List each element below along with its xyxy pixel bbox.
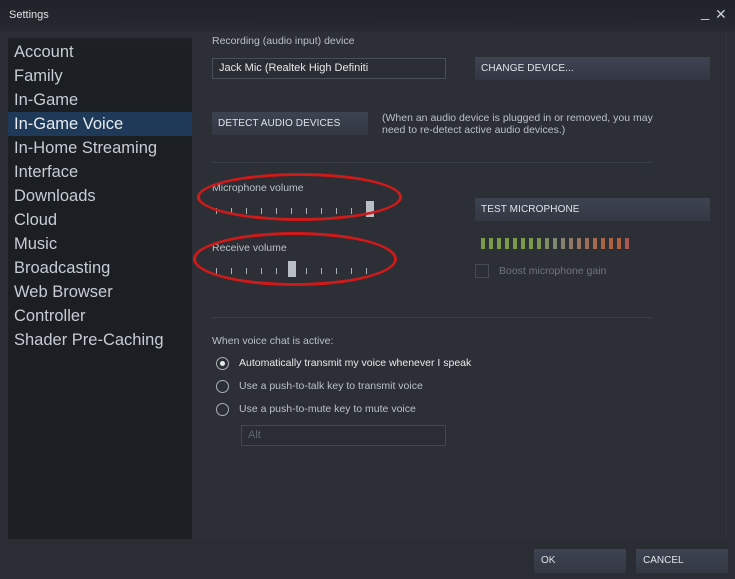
slider-thumb[interactable] xyxy=(366,201,374,217)
microphone-volume-label: Microphone volume xyxy=(212,182,304,194)
slider-tick xyxy=(336,208,337,214)
ok-button[interactable]: OK xyxy=(534,549,626,573)
meter-segment xyxy=(537,238,541,249)
slider-tick xyxy=(351,208,352,214)
section-divider xyxy=(212,317,652,318)
slider-tick xyxy=(246,208,247,214)
meter-segment xyxy=(545,238,549,249)
meter-segment xyxy=(553,238,557,249)
slider-tick xyxy=(261,208,262,214)
meter-segment xyxy=(625,238,629,249)
sidebar-item-in-home-streaming[interactable]: In-Home Streaming xyxy=(8,136,192,160)
meter-segment xyxy=(521,238,525,249)
slider-tick xyxy=(306,208,307,214)
sidebar-item-broadcasting[interactable]: Broadcasting xyxy=(8,256,192,280)
voice-key-field[interactable]: Alt xyxy=(241,425,446,446)
receive-volume-label: Receive volume xyxy=(212,242,287,254)
radio-auto-transmit[interactable] xyxy=(216,357,229,370)
recording-device-label: Recording (audio input) device xyxy=(212,35,355,47)
meter-segment xyxy=(481,238,485,249)
slider-tick xyxy=(306,268,307,274)
slider-tick xyxy=(321,208,322,214)
voice-settings-panel xyxy=(192,32,727,539)
sidebar-item-web-browser[interactable]: Web Browser xyxy=(8,280,192,304)
detect-audio-devices-button[interactable]: DETECT AUDIO DEVICES xyxy=(212,112,368,135)
slider-tick xyxy=(216,268,217,274)
slider-tick xyxy=(276,268,277,274)
change-device-button[interactable]: CHANGE DEVICE... xyxy=(475,57,710,80)
meter-segment xyxy=(609,238,613,249)
sidebar-item-family[interactable]: Family xyxy=(8,64,192,88)
meter-segment xyxy=(585,238,589,249)
slider-tick xyxy=(366,268,367,274)
sidebar-item-account[interactable]: Account xyxy=(8,40,192,64)
radio-push-to-mute-label[interactable]: Use a push-to-mute key to mute voice xyxy=(239,403,416,415)
slider-tick xyxy=(246,268,247,274)
microphone-level-meter xyxy=(481,238,641,249)
sidebar-item-controller[interactable]: Controller xyxy=(8,304,192,328)
recording-device-field[interactable]: Jack Mic (Realtek High Definiti xyxy=(212,58,446,79)
slider-tick xyxy=(231,208,232,214)
cancel-button[interactable]: CANCEL xyxy=(636,549,728,573)
close-icon[interactable]: ✕ xyxy=(715,6,727,22)
slider-tick xyxy=(336,268,337,274)
sidebar-item-in-game[interactable]: In-Game xyxy=(8,88,192,112)
sidebar-item-shader-pre-caching[interactable]: Shader Pre-Caching xyxy=(8,328,192,352)
window-title: Settings xyxy=(9,9,49,21)
meter-segment xyxy=(593,238,597,249)
meter-segment xyxy=(489,238,493,249)
radio-push-to-mute[interactable] xyxy=(216,403,229,416)
slider-tick xyxy=(321,268,322,274)
sidebar-item-music[interactable]: Music xyxy=(8,232,192,256)
radio-push-to-talk-label[interactable]: Use a push-to-talk key to transmit voice xyxy=(239,380,423,392)
meter-segment xyxy=(505,238,509,249)
minimize-icon[interactable]: _ xyxy=(701,5,709,21)
slider-tick xyxy=(231,268,232,274)
meter-segment xyxy=(569,238,573,249)
title-bar: Settings _ ✕ xyxy=(0,0,735,32)
detect-note-line-1: (When an audio device is plugged in or r… xyxy=(382,112,653,124)
radio-auto-transmit-label[interactable]: Automatically transmit my voice whenever… xyxy=(239,357,471,369)
boost-gain-checkbox[interactable] xyxy=(475,264,489,278)
meter-segment xyxy=(617,238,621,249)
slider-thumb[interactable] xyxy=(288,261,296,277)
sidebar-item-interface[interactable]: Interface xyxy=(8,160,192,184)
microphone-volume-slider[interactable] xyxy=(212,201,380,219)
receive-volume-slider[interactable] xyxy=(212,261,380,279)
sidebar-item-in-game-voice[interactable]: In-Game Voice xyxy=(8,112,192,136)
meter-segment xyxy=(577,238,581,249)
slider-tick xyxy=(291,208,292,214)
slider-tick xyxy=(276,208,277,214)
section-divider xyxy=(212,162,652,163)
meter-segment xyxy=(497,238,501,249)
sidebar-item-cloud[interactable]: Cloud xyxy=(8,208,192,232)
detect-note-line-2: need to re-detect active audio devices.) xyxy=(382,124,566,136)
settings-sidebar: Account Family In-Game In-Game Voice In-… xyxy=(8,38,192,539)
sidebar-item-downloads[interactable]: Downloads xyxy=(8,184,192,208)
slider-tick xyxy=(351,268,352,274)
meter-segment xyxy=(513,238,517,249)
slider-tick xyxy=(216,208,217,214)
voice-chat-heading: When voice chat is active: xyxy=(212,335,334,347)
meter-segment xyxy=(561,238,565,249)
boost-gain-label: Boost microphone gain xyxy=(499,265,607,277)
radio-push-to-talk[interactable] xyxy=(216,380,229,393)
detect-devices-note: (When an audio device is plugged in or r… xyxy=(382,112,653,136)
test-microphone-button[interactable]: TEST MICROPHONE xyxy=(475,198,710,221)
meter-segment xyxy=(529,238,533,249)
meter-segment xyxy=(601,238,605,249)
slider-tick xyxy=(261,268,262,274)
